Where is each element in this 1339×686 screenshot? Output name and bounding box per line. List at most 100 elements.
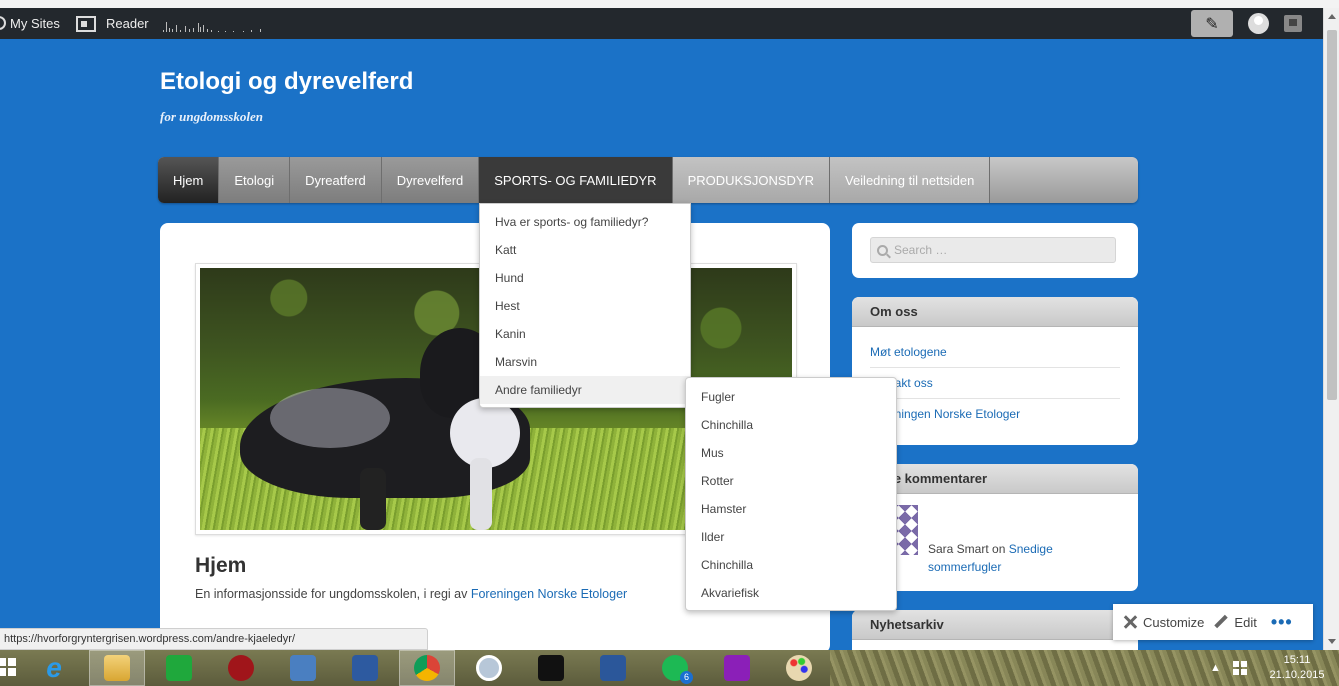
taskbar-store[interactable] <box>151 650 207 686</box>
page-intro-text: En informasjonsside for ungdomsskolen, i… <box>195 587 471 601</box>
widget-link[interactable]: Møt etologene <box>870 345 947 359</box>
submenu-andre-familiedyr: Fugler Chinchilla Mus Rotter Hamster Ild… <box>685 377 897 611</box>
my-sites-label: My Sites <box>10 16 60 31</box>
scrollbar-thumb[interactable] <box>1327 30 1337 400</box>
gopro-icon <box>538 655 564 681</box>
paint-palette-icon <box>786 655 812 681</box>
submenu-item[interactable]: Mus <box>686 439 896 467</box>
search-input[interactable]: Search … <box>870 237 1116 263</box>
internet-explorer-icon: e <box>46 652 62 683</box>
submenu-item[interactable]: Chinchilla <box>686 411 896 439</box>
dropdown-item[interactable]: Kanin <box>480 320 690 348</box>
dropdown-item[interactable]: Hest <box>480 292 690 320</box>
page-scrollbar[interactable] <box>1323 8 1339 650</box>
nav-item-dyreatferd[interactable]: Dyreatferd <box>290 157 382 203</box>
submenu-item[interactable]: Fugler <box>686 383 896 411</box>
customize-label: Customize <box>1143 614 1205 630</box>
widget-list-item[interactable]: Møt etologene <box>870 337 1120 368</box>
taskbar-chat[interactable] <box>275 650 331 686</box>
taskbar-ie[interactable]: e <box>26 650 82 686</box>
dropdown-item[interactable]: Katt <box>480 236 690 264</box>
dropdown-item[interactable]: Hva er sports- og familiedyr? <box>480 208 690 236</box>
recent-comment: Sara Smart on Snedige sommerfugler <box>928 540 1108 576</box>
nav-label: PRODUKSJONSDYR <box>687 172 814 188</box>
scroll-down-icon[interactable] <box>1328 639 1336 644</box>
customize-button[interactable]: Customize <box>1113 615 1204 630</box>
taskbar-paint[interactable] <box>771 650 827 686</box>
admin-bar: My Sites Reader ✎ <box>0 8 1339 39</box>
widget-title: Om oss <box>852 297 1138 327</box>
submenu-item[interactable]: Akvariefisk <box>686 579 896 607</box>
page-title: Hjem <box>195 554 247 577</box>
nav-item-veiledning[interactable]: Veiledning til nettsiden <box>829 157 991 203</box>
clock-date: 21.10.2015 <box>1269 669 1325 681</box>
nav-label: Veiledning til nettsiden <box>844 172 975 188</box>
taskbar-spotify[interactable]: 6 <box>647 650 703 686</box>
edit-button[interactable]: Edit <box>1204 615 1256 630</box>
reader-label: Reader <box>106 16 149 31</box>
submenu-item[interactable]: Hamster <box>686 495 896 523</box>
comment-on: on <box>992 542 1006 556</box>
widget-list-item[interactable]: Kontakt oss <box>870 368 1120 399</box>
scroll-up-icon[interactable] <box>1328 14 1336 19</box>
stats-sparkline-icon[interactable] <box>163 16 261 32</box>
more-options-icon[interactable]: ••• <box>1271 612 1293 633</box>
taskbar-word[interactable] <box>585 650 641 686</box>
site-description: for ungdomsskolen <box>160 109 263 124</box>
pencil-plus-icon: ✎ <box>1205 15 1219 33</box>
widget-list-item[interactable]: Foreningen Norske Etologer <box>870 399 1120 430</box>
search-widget: Search … <box>852 223 1138 278</box>
taskbar-chrome[interactable] <box>399 650 455 686</box>
nav-label: SPORTS- OG FAMILIEDYR <box>494 172 657 188</box>
word-icon <box>600 655 626 681</box>
search-icon <box>877 244 888 256</box>
pencil-icon <box>1214 615 1228 629</box>
submenu-item[interactable]: Rotter <box>686 467 896 495</box>
edit-label: Edit <box>1234 614 1257 630</box>
dropdown-item[interactable]: Marsvin <box>480 348 690 376</box>
magnifier-icon <box>724 655 750 681</box>
action-center-icon[interactable] <box>1233 650 1247 686</box>
wordpress-logo-icon[interactable] <box>0 16 6 30</box>
nav-item-produksjonsdyr[interactable]: PRODUKSJONSDYR <box>672 157 830 203</box>
nav-item-sports-og-familiedyr[interactable]: SPORTS- OG FAMILIEDYR <box>479 157 673 203</box>
taskbar-explorer[interactable] <box>89 650 145 686</box>
main-navigation: Hjem Etologi Dyreatferd Dyrevelferd SPOR… <box>158 157 1138 203</box>
submenu-item[interactable]: Ilder <box>686 523 896 551</box>
compass-icon <box>476 655 502 681</box>
reader-icon <box>76 15 96 32</box>
site-title[interactable]: Etologi og dyrevelferd <box>160 68 413 96</box>
taskbar-gopro[interactable] <box>523 650 579 686</box>
store-icon <box>166 655 192 681</box>
widget-title: Nyhetsarkiv <box>852 610 1138 640</box>
search-placeholder: Search … <box>894 243 948 257</box>
nav-item-dyrevelferd[interactable]: Dyrevelferd <box>381 157 480 203</box>
dropdown-item-andre-familiedyr[interactable]: Andre familiedyr <box>480 376 690 404</box>
dropdown-item[interactable]: Hund <box>480 264 690 292</box>
nav-label: Etologi <box>234 172 275 188</box>
taskbar-search-app[interactable] <box>709 650 765 686</box>
foreningen-link[interactable]: Foreningen Norske Etologer <box>471 587 627 601</box>
notifications-icon[interactable] <box>1284 15 1302 32</box>
taskbar-media[interactable] <box>213 650 269 686</box>
windows-taskbar: e 6 ▲ 15:11 21.10.2015 <box>0 650 1339 686</box>
my-sites-link[interactable]: My Sites <box>10 8 60 39</box>
link-status-url: https://hvorforgryntergrisen.wordpress.c… <box>0 628 428 650</box>
nav-item-hjem[interactable]: Hjem <box>158 157 220 203</box>
reader-link[interactable]: Reader <box>76 8 149 39</box>
taskbar-app[interactable] <box>461 650 517 686</box>
nav-item-etologi[interactable]: Etologi <box>219 157 291 203</box>
spotify-badge: 6 <box>680 671 693 684</box>
windows-start-icon[interactable] <box>0 658 16 676</box>
user-avatar-icon[interactable] <box>1248 13 1269 34</box>
submenu-item[interactable]: Chinchilla <box>686 551 896 579</box>
taskbar-network[interactable] <box>337 650 393 686</box>
system-clock[interactable]: 15:11 21.10.2015 <box>1262 653 1332 683</box>
media-player-icon <box>228 655 254 681</box>
chat-icon <box>290 655 316 681</box>
page-intro: En informasjonsside for ungdomsskolen, i… <box>195 587 627 601</box>
write-post-button[interactable]: ✎ <box>1191 10 1233 37</box>
tray-chevron-up-icon[interactable]: ▲ <box>1210 650 1221 686</box>
browser-top-strip <box>0 0 1339 8</box>
network-icon <box>352 655 378 681</box>
